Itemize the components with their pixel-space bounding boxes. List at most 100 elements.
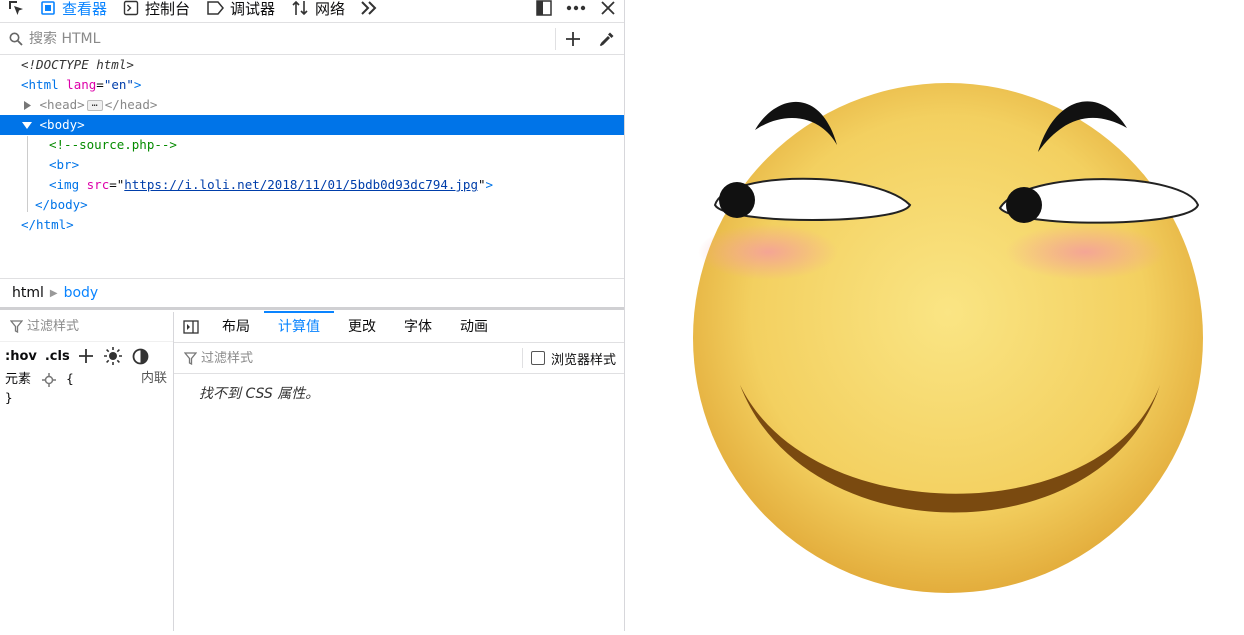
indent-guide: [27, 136, 28, 212]
console-icon: [123, 0, 139, 16]
devtools-panel: 查看器 控制台 调试器 网络 搜索 HTML <!DOCTYPE html> <…: [0, 0, 625, 631]
add-rule-button[interactable]: [78, 348, 94, 364]
checkbox-box[interactable]: [530, 351, 545, 365]
dock-button[interactable]: [528, 0, 560, 23]
breadcrumb: html ▶ body: [0, 278, 624, 310]
computed-pane: 布局 计算值 更改 字体 动画 浏览器样式 找不到 CSS 属性。: [174, 311, 624, 631]
markup-line-img[interactable]: <img src="https://i.loli.net/2018/11/01/…: [0, 175, 624, 195]
tab-console[interactable]: 控制台: [115, 0, 198, 23]
markup-line-br[interactable]: <br>: [0, 155, 624, 175]
network-icon: [292, 0, 308, 16]
tab-animations[interactable]: 动画: [446, 311, 502, 342]
img-src-link[interactable]: https://i.loli.net/2018/11/01/5bdb0d93dc…: [124, 177, 478, 192]
breadcrumb-item-body[interactable]: body: [58, 285, 105, 301]
pick-element-button[interactable]: [0, 0, 32, 23]
tab-label: 查看器: [62, 0, 108, 18]
close-brace: }: [5, 390, 13, 405]
expand-triangle-icon[interactable]: [23, 101, 32, 110]
hov-toggle[interactable]: :hov: [5, 349, 37, 364]
browser-styles-checkbox[interactable]: 浏览器样式: [523, 349, 624, 368]
search-html-input[interactable]: [29, 30, 529, 47]
tab-computed[interactable]: 计算值: [264, 311, 334, 342]
tab-network[interactable]: 网络: [283, 0, 353, 23]
computed-filter-bar: 浏览器样式: [174, 343, 624, 374]
inspector-icon: [41, 1, 55, 15]
element-selector: 元素: [5, 372, 32, 387]
markup-line-body-close[interactable]: </body>: [0, 195, 624, 215]
filter-icon: [10, 320, 23, 333]
comment-node: <!--source.php-->: [49, 137, 177, 152]
markup-line-comment[interactable]: <!--source.php-->: [0, 135, 624, 155]
rules-pane: :hov .cls 元素 { 内联 }: [0, 312, 174, 631]
collapse-triangle-icon[interactable]: [22, 121, 32, 130]
markup-line-head[interactable]: <head>… </head>: [0, 95, 624, 115]
search-icon: [9, 32, 23, 46]
doctype-node: <!DOCTYPE html>: [21, 57, 134, 72]
tab-debugger[interactable]: 调试器: [198, 0, 283, 23]
dark-mode-button[interactable]: [132, 348, 149, 365]
attr-value: "en": [103, 77, 134, 92]
tab-fonts[interactable]: 字体: [390, 311, 446, 342]
rules-filter-input[interactable]: [27, 319, 157, 334]
ellipsis-icon: [566, 5, 586, 11]
markup-view: <!DOCTYPE html> <html lang="en"> <head>……: [0, 55, 624, 278]
contrast-icon: [132, 348, 149, 364]
tab-layout[interactable]: 布局: [208, 311, 264, 342]
rules-filter-bar: [0, 312, 173, 342]
empty-message: 找不到 CSS 属性。: [199, 386, 320, 402]
close-devtools-button[interactable]: [592, 0, 624, 23]
body-open-tag: <body>: [39, 117, 85, 132]
devtools-toolbar: 查看器 控制台 调试器 网络: [0, 0, 624, 23]
attr-name: src: [86, 177, 110, 192]
attr-name: lang: [66, 77, 97, 92]
markup-line-doctype[interactable]: <!DOCTYPE html>: [0, 55, 624, 75]
light-mode-button[interactable]: [103, 347, 122, 365]
more-tools-button[interactable]: [353, 0, 385, 23]
html-open-tag: <html: [21, 77, 59, 92]
browser-styles-label: 浏览器样式: [550, 352, 616, 368]
inline-label: 内联: [140, 371, 167, 386]
tab-label: 调试器: [230, 0, 276, 18]
add-node-button[interactable]: [556, 23, 590, 54]
gear-icon[interactable]: [41, 372, 56, 387]
options-menu-button[interactable]: [560, 0, 592, 23]
img-open-tag: <img: [49, 177, 80, 192]
markup-line-body-selected[interactable]: <body>: [0, 115, 624, 135]
panel-toggle-icon: [183, 319, 199, 334]
close-icon: [601, 1, 615, 15]
head-open-tag: <head>: [39, 97, 85, 112]
head-close-tag: </head>: [104, 97, 158, 112]
plus-icon: [566, 31, 580, 46]
sun-icon: [103, 347, 122, 365]
eyedropper-button[interactable]: [590, 23, 624, 54]
filter-icon: [184, 351, 197, 365]
plus-icon: [78, 349, 93, 363]
pick-element-icon: [9, 1, 23, 15]
computed-filter-input[interactable]: [201, 350, 501, 366]
html-close-tag: </html>: [21, 217, 74, 232]
br-tag: <br>: [49, 157, 80, 172]
body-close-tag: </body>: [35, 197, 88, 212]
tab-changes[interactable]: 更改: [334, 311, 390, 342]
markup-line-html-close[interactable]: </html>: [0, 215, 624, 235]
tab-label: 网络: [315, 0, 346, 18]
tab-label: 控制台: [145, 0, 191, 18]
element-rule[interactable]: 元素 { 内联 }: [0, 370, 173, 407]
eyedropper-icon: [599, 32, 614, 46]
breadcrumb-item-html[interactable]: html: [0, 285, 50, 301]
html-search-bar: [0, 23, 624, 55]
dock-side-icon: [536, 0, 552, 16]
tab-inspector[interactable]: 查看器: [32, 0, 115, 23]
rules-toolbar: :hov .cls: [0, 342, 173, 370]
toggle-sidebar-button[interactable]: [174, 311, 208, 342]
debugger-icon: [207, 1, 225, 15]
sidebar-tabs: 布局 计算值 更改 字体 动画: [174, 311, 624, 343]
markup-line-html[interactable]: <html lang="en">: [0, 75, 624, 95]
collapsed-ellipsis-icon[interactable]: …: [86, 99, 103, 111]
double-chevron-right-icon: [361, 1, 377, 15]
breadcrumb-separator-icon: ▶: [49, 287, 58, 299]
cls-toggle[interactable]: .cls: [45, 349, 70, 364]
open-brace: {: [66, 371, 74, 386]
page-preview: [625, 0, 1244, 631]
smiley-face-image: [693, 83, 1203, 593]
